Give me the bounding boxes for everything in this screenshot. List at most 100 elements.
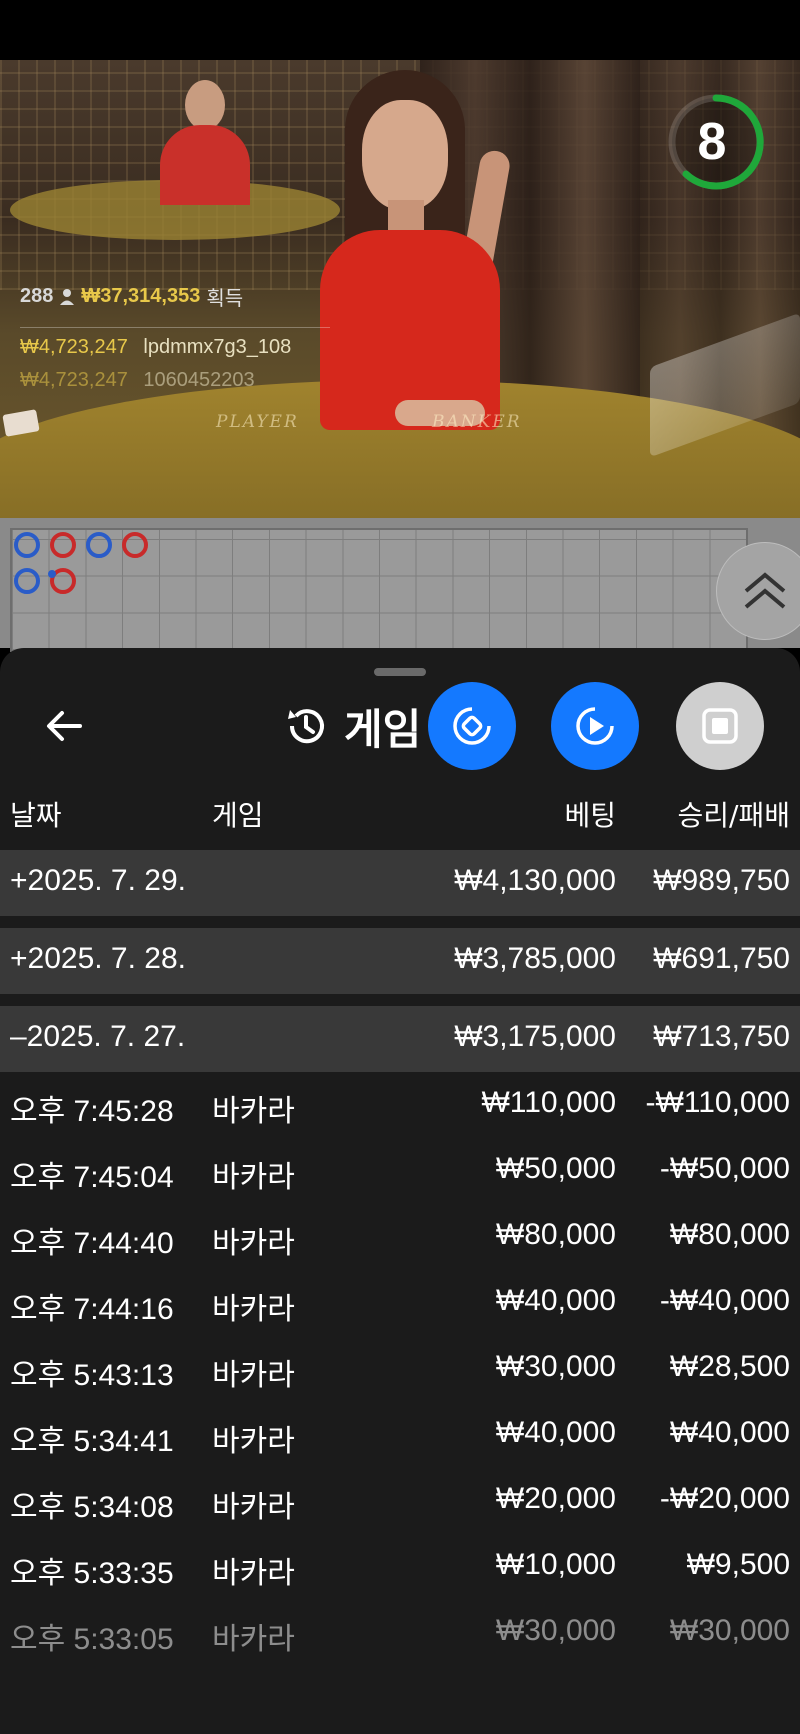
day-date: –2025. 7. 27. xyxy=(10,1020,186,1053)
day-result-total: ₩713,750 xyxy=(653,1020,790,1053)
round-bet: ₩40,000 xyxy=(495,1284,616,1317)
total-winnings: ₩37,314,353 xyxy=(81,285,201,307)
column-header-result: 승리/패배 xyxy=(677,799,790,832)
day-row[interactable]: –2025. 7. 27. ₩3,175,000 ₩713,750 xyxy=(0,1006,800,1072)
round-row[interactable]: 오후 5:33:35 바카라 ₩10,000 ₩9,500 xyxy=(0,1534,800,1600)
person-icon xyxy=(60,288,75,305)
bead-banker xyxy=(50,532,76,558)
day-bet-total: ₩3,785,000 xyxy=(454,942,616,975)
table-label-banker: BANKER xyxy=(432,412,522,432)
roadmap-grid xyxy=(10,528,748,652)
bead-player xyxy=(14,568,40,594)
round-time: 오후 7:44:40 xyxy=(10,1227,174,1260)
round-time: 오후 5:34:08 xyxy=(10,1491,174,1524)
round-result: -₩110,000 xyxy=(645,1086,790,1119)
column-header-bet: 베팅 xyxy=(564,799,616,832)
round-time: 오후 7:45:28 xyxy=(10,1095,174,1128)
replay-button[interactable] xyxy=(551,682,639,770)
day-bet-total: ₩3,175,000 xyxy=(454,1020,616,1053)
day-date: +2025. 7. 29. xyxy=(10,864,186,897)
back-arrow-icon xyxy=(47,711,82,741)
round-bet: ₩20,000 xyxy=(495,1482,616,1515)
round-bet: ₩80,000 xyxy=(495,1218,616,1251)
column-header-game: 게임 xyxy=(212,799,264,832)
round-game: 바카라 xyxy=(212,1094,295,1129)
sheet-drag-handle[interactable] xyxy=(374,668,426,676)
round-row[interactable]: 오후 5:34:08 바카라 ₩20,000 -₩20,000 xyxy=(0,1468,800,1534)
round-result: ₩80,000 xyxy=(669,1218,790,1251)
round-row[interactable]: 오후 7:45:28 바카라 ₩110,000 -₩110,000 xyxy=(0,1072,800,1138)
winner-amount: ₩4,723,247 xyxy=(20,336,128,358)
round-row[interactable]: 오후 7:44:16 바카라 ₩40,000 -₩40,000 xyxy=(0,1270,800,1336)
round-result: ₩28,500 xyxy=(669,1350,790,1383)
round-game: 바카라 xyxy=(212,1358,295,1393)
player-count: 288 xyxy=(20,285,54,307)
round-result: ₩9,500 xyxy=(686,1548,790,1581)
round-row[interactable]: 오후 5:33:05 바카라 ₩30,000 ₩30,000 xyxy=(0,1600,800,1666)
round-bet: ₩110,000 xyxy=(481,1086,616,1119)
round-bet: ₩30,000 xyxy=(495,1614,616,1647)
round-time: 오후 5:34:41 xyxy=(10,1425,174,1458)
winner-amount: ₩4,723,247 xyxy=(20,369,128,391)
round-result: -₩40,000 xyxy=(659,1284,790,1317)
replay-icon xyxy=(576,707,614,745)
round-result: ₩30,000 xyxy=(669,1614,790,1647)
column-header-date: 날짜 xyxy=(10,799,62,832)
pair-dot xyxy=(48,570,56,578)
round-row[interactable]: 오후 7:45:04 바카라 ₩50,000 -₩50,000 xyxy=(0,1138,800,1204)
winner-username: lpdmmx7g3_108 xyxy=(143,336,292,358)
round-time: 오후 7:45:04 xyxy=(10,1161,174,1194)
round-game: 바카라 xyxy=(212,1160,295,1195)
round-result: -₩20,000 xyxy=(659,1482,790,1515)
round-time: 오후 5:43:13 xyxy=(10,1359,174,1392)
table-label-player: PLAYER xyxy=(216,412,299,432)
round-row[interactable]: 오후 7:44:40 바카라 ₩80,000 ₩80,000 xyxy=(0,1204,800,1270)
sheet-header: 게임 xyxy=(284,690,421,762)
winners-overlay: 288 ₩37,314,353 획득 ₩4,723,247 lpdmmx7g3_… xyxy=(20,282,330,392)
bead-road xyxy=(0,518,800,652)
day-row[interactable]: +2025. 7. 29. ₩4,130,000 ₩989,750 xyxy=(0,850,800,916)
background-dealer xyxy=(160,80,250,205)
round-result: ₩40,000 xyxy=(669,1416,790,1449)
countdown-timer: 8 xyxy=(697,113,727,171)
round-bet: ₩50,000 xyxy=(495,1152,616,1185)
round-game: 바카라 xyxy=(212,1424,295,1459)
day-result-total: ₩989,750 xyxy=(653,864,790,897)
bead-banker xyxy=(122,532,148,558)
round-game: 바카라 xyxy=(212,1490,295,1525)
dealer xyxy=(300,70,520,450)
page-title: 게임 xyxy=(344,704,422,754)
round-bet: ₩30,000 xyxy=(495,1350,616,1383)
round-row[interactable]: 오후 5:43:13 바카라 ₩30,000 ₩28,500 xyxy=(0,1336,800,1402)
round-bet: ₩10,000 xyxy=(495,1548,616,1581)
day-bet-total: ₩4,130,000 xyxy=(454,864,616,897)
bead-player xyxy=(14,532,40,558)
swap-icon xyxy=(453,707,491,745)
day-date: +2025. 7. 28. xyxy=(10,942,186,975)
round-result: -₩50,000 xyxy=(659,1152,790,1185)
back-button[interactable] xyxy=(36,698,92,754)
round-time: 오후 5:33:05 xyxy=(10,1623,174,1656)
history-icon xyxy=(288,709,324,744)
winner-username: 1060452203 xyxy=(143,369,255,391)
winnings-label: 획득 xyxy=(206,288,244,310)
round-bet: ₩40,000 xyxy=(495,1416,616,1449)
round-game: 바카라 xyxy=(212,1292,295,1327)
round-time: 오후 5:33:35 xyxy=(10,1557,174,1590)
history-list: +2025. 7. 29. ₩4,130,000 ₩989,750 +2025.… xyxy=(0,850,800,1666)
switch-table-button[interactable] xyxy=(428,682,516,770)
live-video: PLAYER BANKER 8 288 ₩37,314,353 획득 ₩4,72… xyxy=(0,60,800,518)
round-time: 오후 7:44:16 xyxy=(10,1293,174,1326)
stop-icon xyxy=(702,708,738,744)
round-row[interactable]: 오후 5:34:41 바카라 ₩40,000 ₩40,000 xyxy=(0,1402,800,1468)
round-game: 바카라 xyxy=(212,1622,295,1657)
day-result-total: ₩691,750 xyxy=(653,942,790,975)
double-chevron-up-icon xyxy=(744,572,786,609)
round-game: 바카라 xyxy=(212,1226,295,1261)
status-bar xyxy=(0,0,800,60)
round-game: 바카라 xyxy=(212,1556,295,1591)
bead-player xyxy=(86,532,112,558)
day-row[interactable]: +2025. 7. 28. ₩3,785,000 ₩691,750 xyxy=(0,928,800,994)
game-history-sheet: 게임 날짜 게임 베팅 승리/패배 +2025. 7. 29. ₩4,130,0… xyxy=(0,648,800,1734)
stop-button[interactable] xyxy=(676,682,764,770)
